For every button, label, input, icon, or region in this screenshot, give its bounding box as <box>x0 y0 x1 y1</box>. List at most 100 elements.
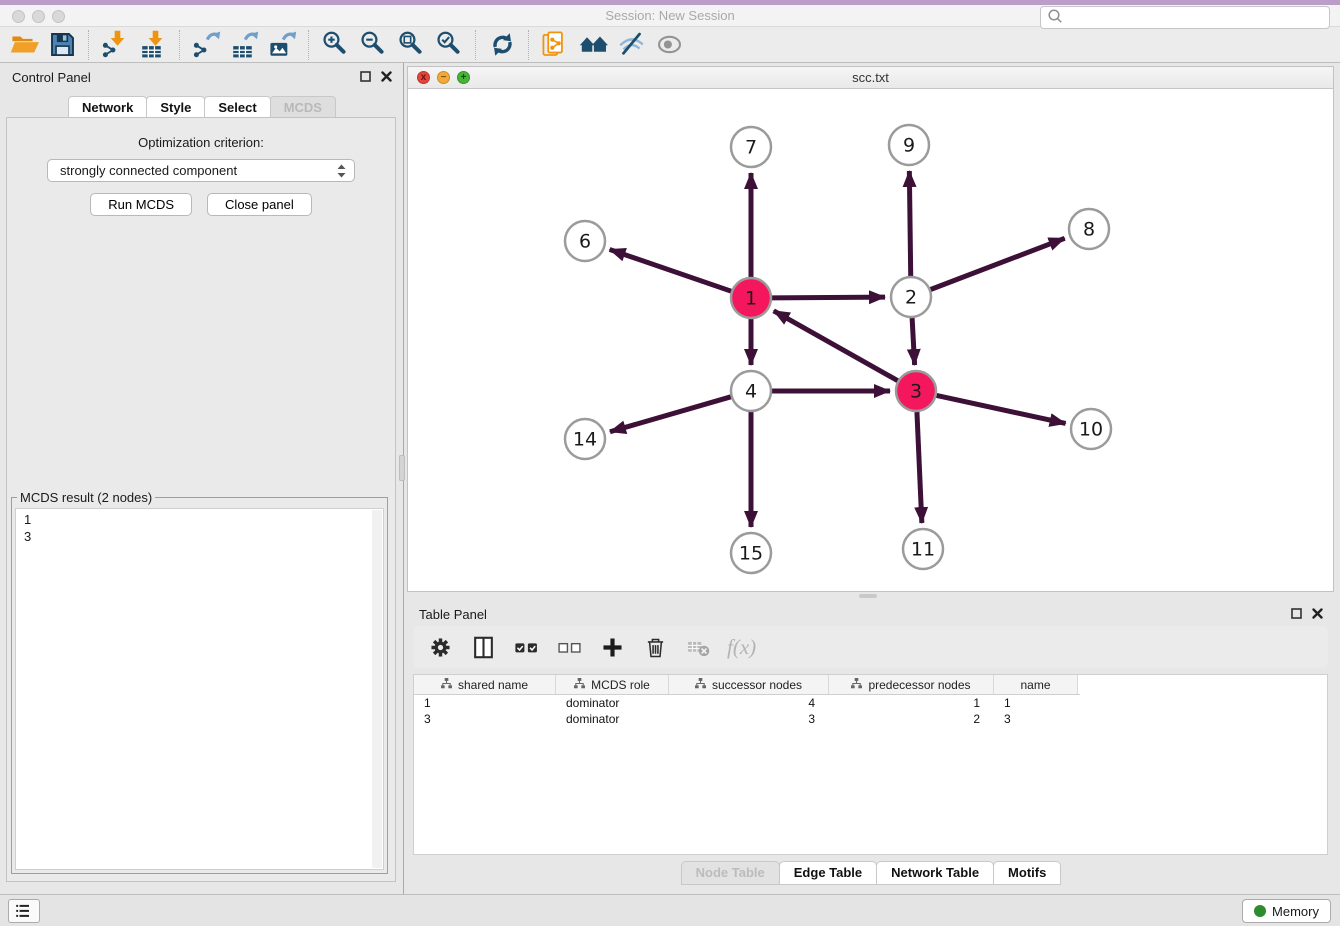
export-table-icon[interactable] <box>225 28 263 62</box>
open-network-file-icon[interactable] <box>536 28 574 62</box>
close-panel-icon[interactable] <box>380 70 393 83</box>
horizontal-splitter[interactable] <box>407 592 1334 600</box>
table-row[interactable]: 3dominator323 <box>414 711 1327 727</box>
float-table-panel-icon[interactable] <box>1290 607 1303 620</box>
add-column-icon[interactable] <box>598 633 626 661</box>
memory-status-icon <box>1254 905 1266 917</box>
optimization-criterion-label: Optimization criterion: <box>7 135 395 150</box>
column-header-label: predecessor nodes <box>868 678 970 692</box>
graph-node-2[interactable]: 2 <box>891 277 931 317</box>
table-cell[interactable]: 1 <box>829 696 994 710</box>
memory-button[interactable]: Memory <box>1242 899 1331 923</box>
refresh-icon[interactable] <box>483 28 521 62</box>
close-window-button[interactable] <box>12 10 25 23</box>
graph-edge-2-3[interactable] <box>912 318 915 365</box>
zoom-out-icon[interactable] <box>354 28 392 62</box>
export-image-icon[interactable] <box>263 28 301 62</box>
table-cell[interactable]: dominator <box>556 712 669 726</box>
network-minimize-button[interactable]: − <box>437 71 450 84</box>
table-tab-motifs[interactable]: Motifs <box>993 861 1061 885</box>
table-tab-edge-table[interactable]: Edge Table <box>779 861 877 885</box>
table-cell[interactable]: 1 <box>994 696 1078 710</box>
graph-node-label: 11 <box>911 539 935 561</box>
column-header-successor-nodes[interactable]: successor nodes <box>669 675 829 694</box>
graph-edge-3-1[interactable] <box>774 311 898 381</box>
graph-node-1[interactable]: 1 <box>731 278 771 318</box>
column-header-predecessor-nodes[interactable]: predecessor nodes <box>829 675 994 694</box>
search-field[interactable] <box>1040 6 1330 29</box>
table-cell[interactable]: 3 <box>414 712 556 726</box>
zoom-fit-icon[interactable] <box>392 28 430 62</box>
search-input[interactable] <box>1064 8 1329 27</box>
graph-node-10[interactable]: 10 <box>1071 409 1111 449</box>
network-maximize-button[interactable]: + <box>457 71 470 84</box>
network-close-button[interactable]: x <box>417 71 430 84</box>
control-panel-title: Control Panel <box>12 70 91 85</box>
table-cell[interactable]: 3 <box>669 712 829 726</box>
graph-edge-3-11[interactable] <box>917 412 922 523</box>
column-header-name[interactable]: name <box>994 675 1078 694</box>
save-session-icon[interactable] <box>43 28 81 62</box>
mcds-result-textarea[interactable]: 13 <box>15 508 384 870</box>
graph-node-4[interactable]: 4 <box>731 371 771 411</box>
open-session-icon[interactable] <box>5 28 43 62</box>
table-panel-title: Table Panel <box>419 607 487 622</box>
zoom-in-icon[interactable] <box>316 28 354 62</box>
close-table-panel-icon[interactable] <box>1311 607 1324 620</box>
graph-edge-2-8[interactable] <box>931 238 1065 289</box>
hide-graphics-details-icon[interactable] <box>612 28 650 62</box>
table-cell[interactable]: 3 <box>994 712 1078 726</box>
network-view-window: x − + scc.txt 7 9 6 8 1 2 4 3 14 10 15 11 <box>407 66 1334 592</box>
graph-edge-1-2[interactable] <box>772 297 885 298</box>
graph-node-11[interactable]: 11 <box>903 529 943 569</box>
graph-node-9[interactable]: 9 <box>889 125 929 165</box>
zoom-selected-icon[interactable] <box>430 28 468 62</box>
float-panel-icon[interactable] <box>359 70 372 83</box>
criterion-dropdown[interactable]: strongly connected component <box>47 159 355 182</box>
table-tab-node-table[interactable]: Node Table <box>681 861 780 885</box>
home-icon[interactable] <box>574 28 612 62</box>
task-history-button[interactable] <box>8 899 40 923</box>
table-cell[interactable]: 2 <box>829 712 994 726</box>
maximize-window-button[interactable] <box>52 10 65 23</box>
graph-node-14[interactable]: 14 <box>565 419 605 459</box>
import-network-icon[interactable] <box>96 28 134 62</box>
horizontal-splitter-handle[interactable] <box>859 594 877 598</box>
graph-node-3[interactable]: 3 <box>896 371 936 411</box>
toolbar-separator <box>88 30 89 60</box>
delete-column-icon[interactable] <box>641 633 669 661</box>
graph-node-label: 9 <box>903 135 915 157</box>
export-network-icon[interactable] <box>187 28 225 62</box>
select-all-rows-icon[interactable] <box>512 633 540 661</box>
delete-table-icon <box>684 633 712 661</box>
table-settings-icon[interactable] <box>426 633 454 661</box>
column-header-shared-name[interactable]: shared name <box>414 675 556 694</box>
table-cell[interactable]: dominator <box>556 696 669 710</box>
network-window-titlebar[interactable]: x − + scc.txt <box>408 67 1333 89</box>
graph-node-15[interactable]: 15 <box>731 533 771 573</box>
import-table-icon[interactable] <box>134 28 172 62</box>
table-row[interactable]: 1dominator411 <box>414 695 1327 711</box>
network-graph-canvas[interactable]: 7 9 6 8 1 2 4 3 14 10 15 11 <box>408 89 1333 591</box>
graph-node-7[interactable]: 7 <box>731 127 771 167</box>
graph-node-6[interactable]: 6 <box>565 221 605 261</box>
graph-node-label: 14 <box>573 429 597 451</box>
deselect-all-rows-icon[interactable] <box>555 633 583 661</box>
graph-edge-4-14[interactable] <box>610 397 731 432</box>
graph-edge-1-6[interactable] <box>610 249 732 291</box>
run-mcds-button[interactable]: Run MCDS <box>90 193 192 216</box>
vertical-splitter-handle[interactable] <box>399 455 405 481</box>
graph-node-8[interactable]: 8 <box>1069 209 1109 249</box>
graph-edge-3-10[interactable] <box>937 395 1066 423</box>
table-cell[interactable]: 1 <box>414 696 556 710</box>
table-cell[interactable]: 4 <box>669 696 829 710</box>
close-panel-button[interactable]: Close panel <box>207 193 312 216</box>
graph-edge-2-9[interactable] <box>909 171 910 276</box>
result-scrollbar[interactable] <box>372 510 382 868</box>
table-header-row[interactable]: shared nameMCDS rolesuccessor nodes prede… <box>414 675 1080 695</box>
table-tab-network-table[interactable]: Network Table <box>876 861 994 885</box>
column-header-MCDS-role[interactable]: MCDS role <box>556 675 669 694</box>
minimize-window-button[interactable] <box>32 10 45 23</box>
window-traffic-lights[interactable] <box>12 10 65 23</box>
column-visibility-icon[interactable] <box>469 633 497 661</box>
